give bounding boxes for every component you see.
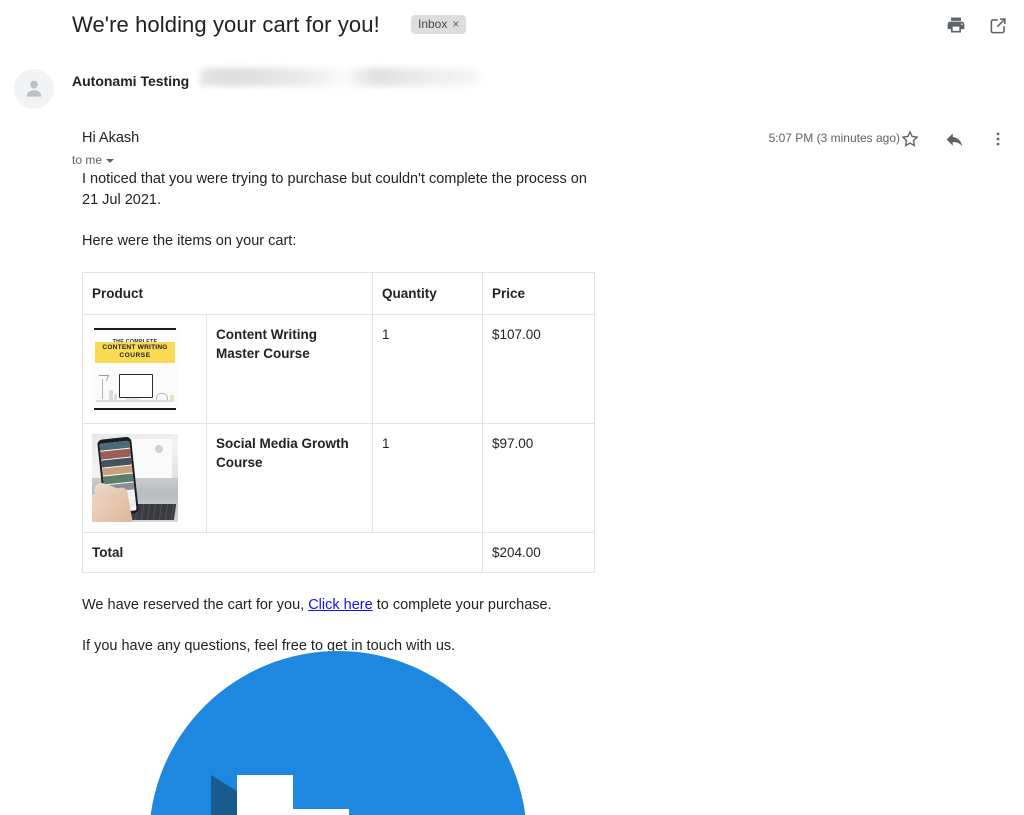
logo-glyph: [237, 775, 437, 815]
reserved-paragraph: We have reserved the cart for you, Click…: [82, 595, 782, 616]
reserved-suffix-text: to complete your purchase.: [372, 597, 552, 613]
star-icon[interactable]: [898, 127, 922, 151]
email-body: Hi Akash I noticed that you were trying …: [81, 128, 782, 677]
product-name: Social Media Growth Course: [205, 423, 374, 533]
monitor-icon: [119, 374, 153, 398]
thumbnail-top-rule: [94, 328, 176, 330]
sender-row: Autonami Testing to me 5:07 PM (3 minute…: [0, 58, 1024, 167]
table-row: Social Media Growth Course 1 $97.00: [82, 423, 596, 533]
subject-row: We're holding your cart for you! Inbox ×: [0, 0, 1024, 58]
desk-surface-line: [96, 400, 174, 402]
column-header-price: Price: [482, 272, 596, 315]
page-title: We're holding your cart for you!: [72, 12, 380, 37]
complete-purchase-link[interactable]: Click here: [308, 597, 372, 613]
message-actions: [898, 127, 1010, 151]
logo-step-b: [293, 809, 349, 815]
reserved-prefix-text: We have reserved the cart for you,: [82, 597, 309, 613]
sender-name[interactable]: Autonami Testing: [72, 72, 189, 90]
column-header-quantity: Quantity: [372, 272, 484, 315]
desk-lamp-icon: [98, 375, 109, 399]
product-name: Content Writing Master Course: [205, 314, 374, 424]
print-icon[interactable]: [944, 13, 968, 37]
total-label: Total: [81, 532, 484, 573]
logo-circle-shape: [149, 651, 527, 815]
gmail-message-view: We're holding your cart for you! Inbox ×: [0, 0, 1024, 815]
message-timestamp: 5:07 PM (3 minutes ago): [768, 131, 900, 145]
label-chip-text: Inbox: [418, 17, 448, 31]
cart-table: Product Quantity Price THE COMPLETE CONT…: [81, 272, 596, 573]
thumbnail-band-line-2: COURSE: [119, 352, 151, 359]
product-price: $97.00: [482, 423, 596, 533]
social-media-course-thumbnail-image: [92, 434, 178, 522]
thumbnail-bottom-rule: [94, 408, 176, 410]
reply-icon[interactable]: [942, 127, 966, 151]
more-options-icon[interactable]: [986, 127, 1010, 151]
avatar[interactable]: [14, 69, 54, 109]
intro-paragraph: I noticed that you were trying to purcha…: [82, 171, 587, 208]
logo-step-c: [349, 809, 409, 815]
close-icon[interactable]: ×: [452, 15, 459, 34]
laptop-screen: [130, 439, 172, 480]
logo-step-a: [237, 775, 293, 815]
total-value: $204.00: [482, 532, 596, 573]
screen-icon-dot: [155, 444, 164, 453]
product-price: $107.00: [482, 314, 596, 424]
label-chip-inbox[interactable]: Inbox ×: [411, 15, 467, 34]
product-quantity: 1: [372, 423, 484, 533]
greeting-paragraph: Hi Akash: [82, 130, 140, 146]
person-avatar-icon: [26, 80, 42, 97]
redacted-email-address: [200, 68, 478, 86]
table-header-row: Product Quantity Price: [81, 272, 596, 315]
product-quantity: 1: [372, 314, 484, 424]
content-writing-course-thumbnail-image: THE COMPLETE CONTENT WRITING COURSE: [92, 325, 178, 413]
header-actions: [944, 13, 1010, 37]
footer-logo: [149, 651, 527, 815]
thumbnail-highlight-band: CONTENT WRITING COURSE: [95, 342, 175, 363]
table-total-row: Total $204.00: [81, 532, 596, 573]
product-thumbnail-cell: THE COMPLETE CONTENT WRITING COURSE: [82, 314, 207, 424]
product-thumbnail-cell: [82, 423, 207, 533]
items-lead-paragraph: Here were the items on your cart:: [82, 233, 297, 249]
open-in-new-window-icon[interactable]: [986, 13, 1010, 37]
table-row: THE COMPLETE CONTENT WRITING COURSE: [82, 314, 596, 424]
column-header-product: Product: [81, 272, 374, 315]
thumbnail-desk-illustration: [92, 369, 178, 406]
thumbnail-band-line-1: CONTENT WRITING: [102, 344, 168, 351]
